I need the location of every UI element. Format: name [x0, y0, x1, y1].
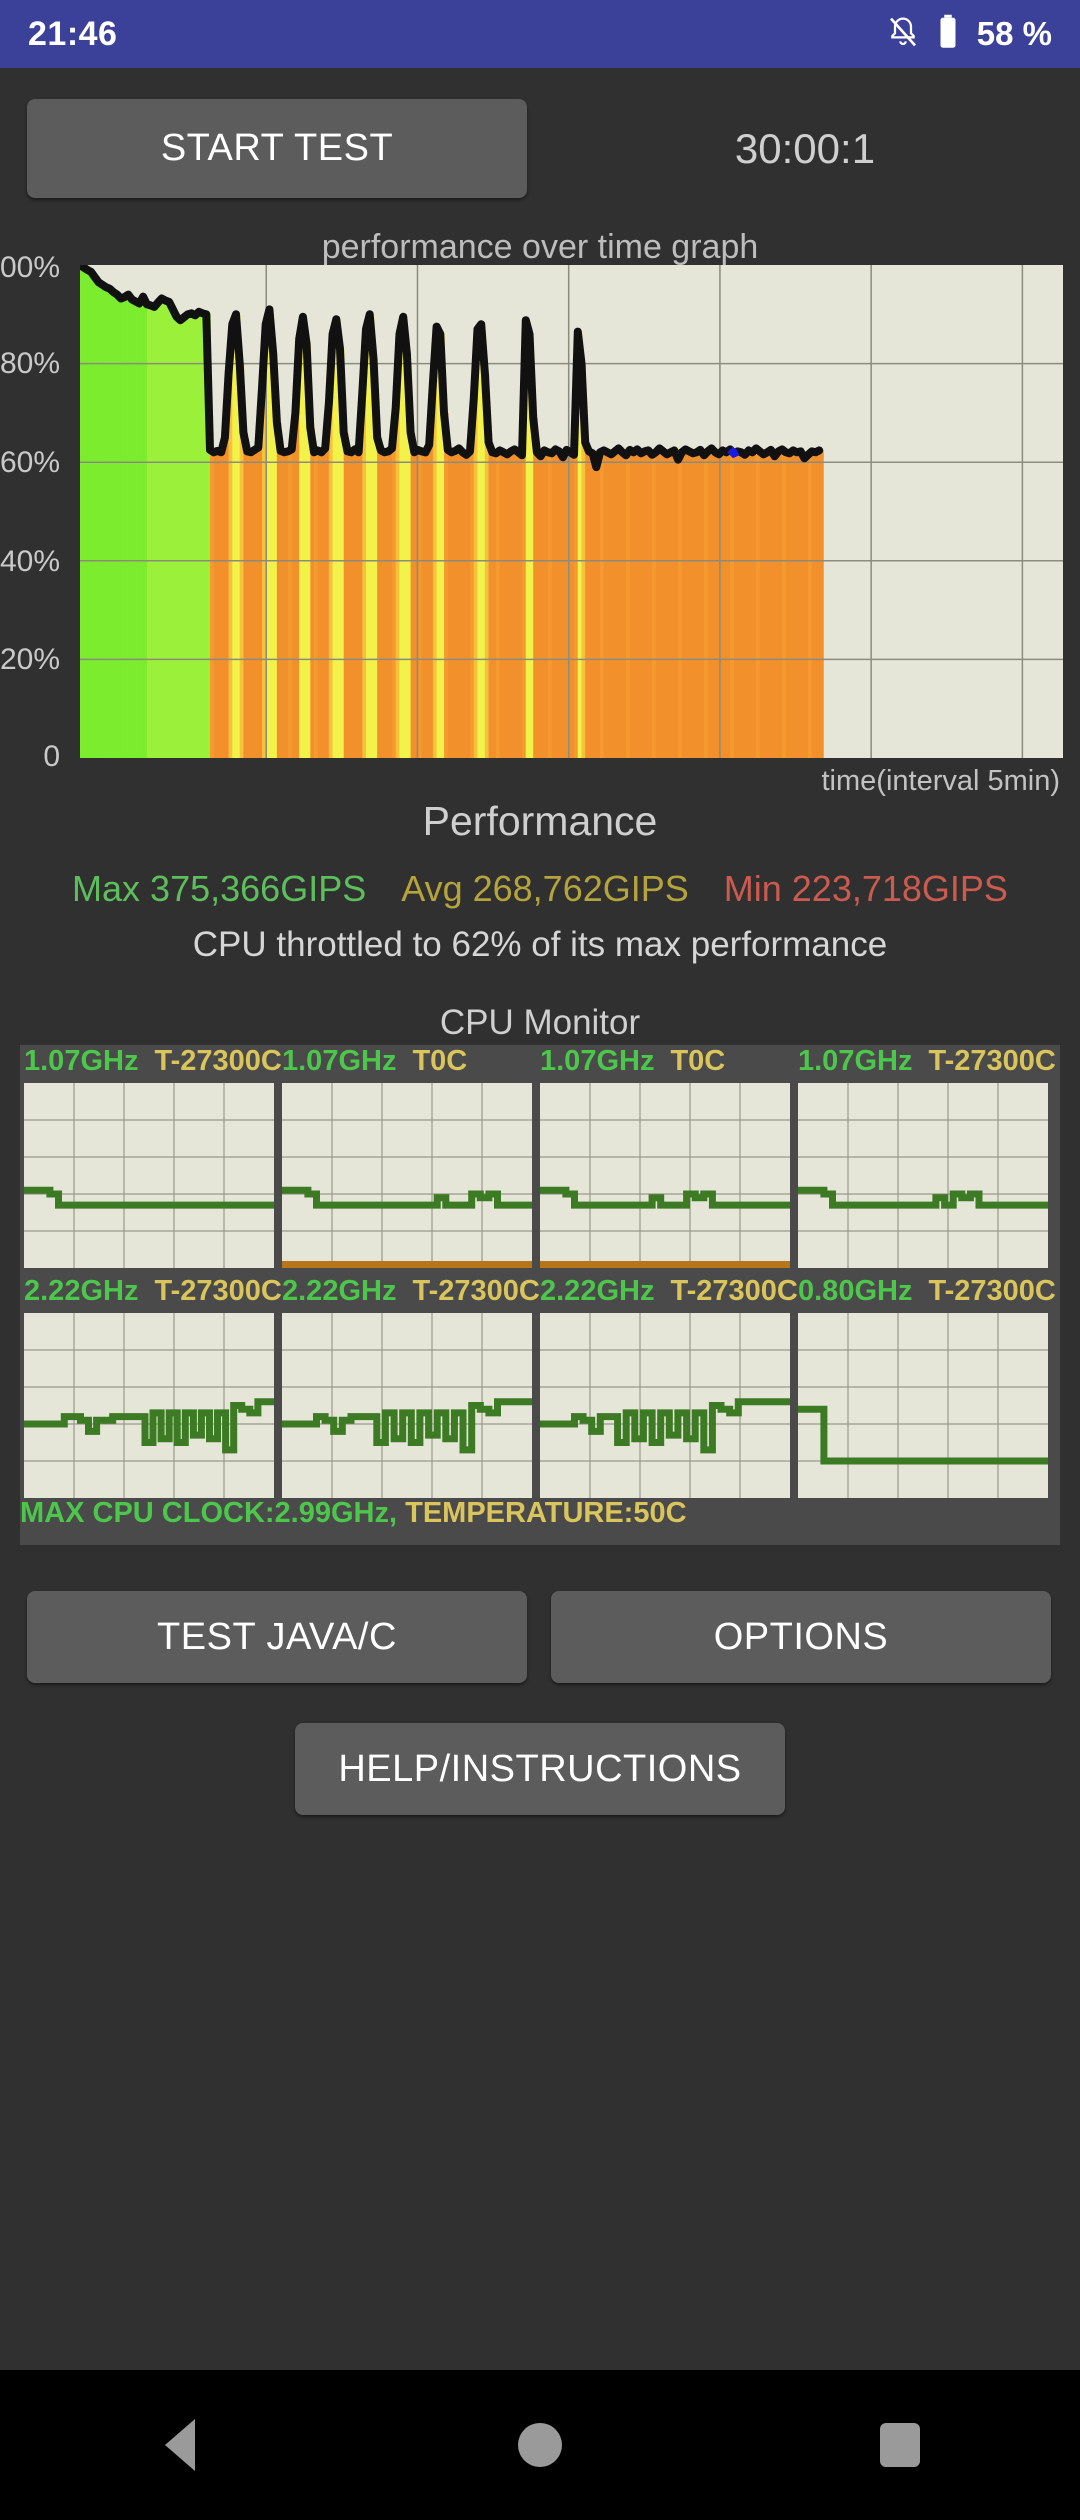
cpu-core-0-clock: 1.07GHz [24, 1045, 139, 1077]
app-screen: 21:46 58 % START TEST 30:00:1 performanc… [0, 0, 1080, 2520]
status-bar: 21:46 58 % [0, 0, 1080, 68]
battery-percent: 58 % [976, 15, 1052, 52]
cpu-core-2-graph [540, 1083, 790, 1268]
battery-icon [937, 14, 959, 55]
cpu-core-3-clock: 1.07GHz [798, 1045, 913, 1077]
cpu-core-6-graph [540, 1313, 790, 1498]
cpu-core-7-temp: T-27300C [928, 1275, 1056, 1307]
cpu-core-5-labels: 2.22GHz T-27300C [282, 1275, 582, 1315]
performance-stats: Max 375,366GIPS Avg 268,762GIPS Min 223,… [0, 868, 1080, 910]
y-tick-100: 100% [0, 251, 60, 284]
cpu-core-1-labels: 1.07GHz T0C [282, 1045, 582, 1085]
performance-chart [80, 265, 1063, 758]
cpu-core-1-graph [282, 1083, 532, 1268]
cpu-core-5: 2.22GHz T-27300C [282, 1275, 540, 1505]
back-icon[interactable] [120, 2400, 240, 2490]
performance-heading: Performance [422, 798, 658, 844]
cpu-core-7: 0.80GHz T-27300C [798, 1275, 1056, 1505]
y-tick-20: 20% [0, 643, 60, 676]
cpu-core-7-graph [798, 1313, 1048, 1498]
cpu-summary-clock: MAX CPU CLOCK:2.99GHz, [20, 1497, 398, 1529]
status-icons: 58 % [887, 14, 1052, 55]
x-axis-label: time(interval 5min) [821, 765, 1061, 797]
cpu-core-1: 1.07GHz T0C [282, 1045, 532, 1275]
cpu-monitor-panel: 1.07GHz T-27300C 1.07GHz T0C 1.07GHz T0C 1.… [20, 1045, 1060, 1545]
cpu-core-4-temp: T-27300C [154, 1275, 282, 1307]
cpu-core-4: 2.22GHz T-27300C [24, 1275, 282, 1505]
cpu-core-7-clock: 0.80GHz [798, 1275, 913, 1307]
cpu-core-7-labels: 0.80GHz T-27300C [798, 1275, 1080, 1315]
cpu-core-1-clock: 1.07GHz [282, 1045, 397, 1077]
cpu-core-0-labels: 1.07GHz T-27300C [24, 1045, 324, 1085]
cpu-core-2: 1.07GHz T0C [540, 1045, 790, 1275]
cpu-core-6-temp: T-27300C [670, 1275, 798, 1307]
max-gips: Max 375,366GIPS [72, 868, 367, 909]
options-button[interactable]: OPTIONS [551, 1591, 1051, 1683]
cpu-core-6-labels: 2.22GHz T-27300C [540, 1275, 840, 1315]
y-tick-60: 60% [0, 446, 60, 479]
cpu-core-4-graph [24, 1313, 274, 1498]
cpu-core-row-1: 1.07GHz T-27300C 1.07GHz T0C 1.07GHz T0C 1.… [20, 1045, 1060, 1275]
cpu-core-6: 2.22GHz T-27300C [540, 1275, 798, 1505]
recents-icon[interactable] [840, 2400, 960, 2490]
min-gips: Min 223,718GIPS [723, 868, 1008, 909]
cpu-core-0-graph [24, 1083, 274, 1268]
cpu-core-3-labels: 1.07GHz T-27300C [798, 1045, 1080, 1085]
status-clock: 21:46 [28, 14, 118, 53]
help-instructions-button[interactable]: HELP/INSTRUCTIONS [295, 1723, 785, 1815]
cpu-core-3-temp: T-27300C [928, 1045, 1056, 1077]
cpu-core-4-labels: 2.22GHz T-27300C [24, 1275, 324, 1315]
y-tick-0: 0 [43, 740, 60, 773]
cpu-core-5-temp: T-27300C [412, 1275, 540, 1307]
y-tick-40: 40% [0, 545, 60, 578]
top-toolbar: START TEST 30:00:1 [0, 68, 1080, 218]
cpu-core-4-clock: 2.22GHz [24, 1275, 139, 1307]
cpu-core-6-clock: 2.22GHz [540, 1275, 655, 1307]
cpu-monitor-title: CPU Monitor [439, 1003, 641, 1042]
graph-title: performance over time graph [321, 228, 759, 266]
cpu-summary: MAX CPU CLOCK:2.99GHz, TEMPERATURE:50C [20, 1497, 1060, 1530]
cpu-core-2-clock: 1.07GHz [540, 1045, 655, 1077]
cpu-core-1-temp: T0C [412, 1045, 468, 1077]
cpu-core-5-graph [282, 1313, 532, 1498]
start-test-button[interactable]: START TEST [27, 99, 527, 198]
throttle-summary: CPU throttled to 62% of its max performa… [192, 925, 888, 964]
android-nav-bar [0, 2370, 1080, 2520]
test-timer: 30:00:1 [734, 124, 876, 172]
cpu-core-3: 1.07GHz T-27300C [798, 1045, 1056, 1275]
avg-gips: Avg 268,762GIPS [401, 868, 689, 909]
cpu-core-5-clock: 2.22GHz [282, 1275, 397, 1307]
cpu-core-0: 1.07GHz T-27300C [24, 1045, 282, 1275]
cpu-core-row-2: 2.22GHz T-27300C 2.22GHz T-27300C 2.22GHz T… [20, 1275, 1060, 1505]
y-tick-80: 80% [0, 347, 60, 380]
cpu-core-2-labels: 1.07GHz T0C [540, 1045, 840, 1085]
cpu-core-2-temp: T0C [670, 1045, 726, 1077]
home-icon[interactable] [480, 2400, 600, 2490]
test-java-c-button[interactable]: TEST JAVA/C [27, 1591, 527, 1683]
cpu-summary-temp: TEMPERATURE:50C [405, 1497, 687, 1529]
cpu-core-0-temp: T-27300C [154, 1045, 282, 1077]
cpu-core-3-graph [798, 1083, 1048, 1268]
bell-muted-icon [887, 15, 919, 54]
